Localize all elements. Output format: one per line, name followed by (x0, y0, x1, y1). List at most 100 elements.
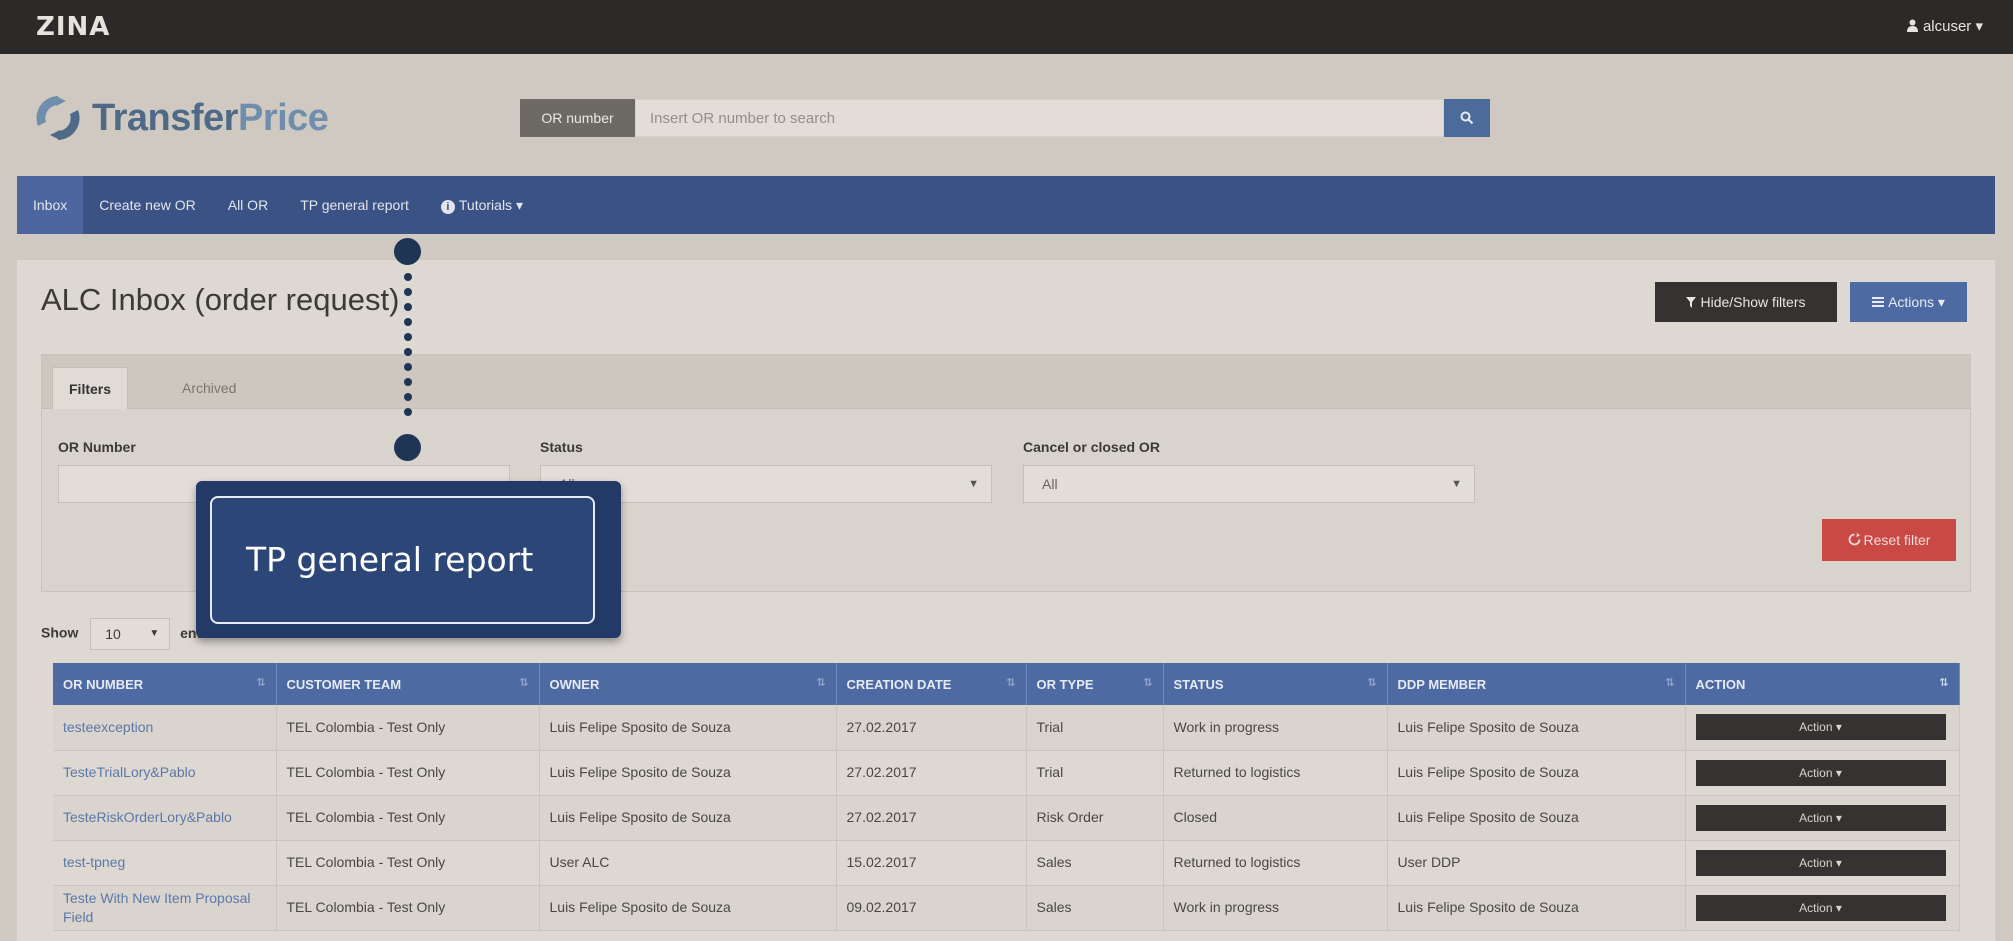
cell-ddp-member: Luis Felipe Sposito de Souza (1387, 705, 1686, 751)
nav-create-new-or[interactable]: Create new OR (83, 176, 211, 234)
search-button[interactable] (1444, 99, 1490, 137)
col-action[interactable]: ACTION ⇅ (1685, 663, 1960, 705)
sort-icon: ⇅ (816, 677, 826, 689)
table-row: TesteTrialLory&Pablo TEL Colombia - Test … (53, 750, 1960, 796)
sort-icon: ⇅ (1665, 677, 1675, 689)
cell-or-number-link[interactable]: TesteRiskOrderLory&Pablo (53, 795, 277, 841)
col-customer-team[interactable]: CUSTOMER TEAM ⇅ (276, 663, 540, 705)
header: TransferPrice OR number (0, 54, 2013, 174)
cell-action: Action ▾ (1685, 750, 1960, 796)
sort-icon: ⇅ (256, 677, 266, 689)
cell-or-type: Trial (1026, 750, 1164, 796)
cell-owner: Luis Felipe Sposito de Souza (539, 795, 837, 841)
cell-owner: Luis Felipe Sposito de Souza (539, 750, 837, 796)
table-row: testeexception TEL Colombia - Test Only Lu… (53, 705, 1960, 751)
col-or-number[interactable]: OR NUMBER ⇅ (53, 663, 277, 705)
sort-icon: ⇅ (1367, 677, 1377, 689)
cell-status: Work in progress (1163, 705, 1388, 751)
sort-icon: ⇅ (519, 677, 529, 689)
cell-or-type: Sales (1026, 885, 1164, 931)
hide-show-filters-button[interactable]: Hide/Show filters (1655, 282, 1837, 322)
search-label: OR number (520, 99, 635, 137)
or-search: OR number (520, 99, 1490, 137)
cell-or-type: Trial (1026, 705, 1164, 751)
brand-logo: ZINA (36, 12, 111, 42)
user-name: alcuser ▾ (1922, 18, 1983, 35)
col-creation-date[interactable]: CREATION DATE ⇅ (836, 663, 1027, 705)
list-icon (1872, 297, 1885, 307)
cell-customer-team: TEL Colombia - Test Only (276, 840, 540, 886)
cell-action: Action ▾ (1685, 885, 1960, 931)
tab-archived[interactable]: Archived (166, 367, 252, 409)
filter-icon (1686, 297, 1697, 308)
cell-owner: Luis Felipe Sposito de Souza (539, 705, 837, 751)
info-icon: i (440, 200, 455, 214)
actions-button[interactable]: Actions ▾ (1850, 282, 1967, 322)
col-status[interactable]: STATUS ⇅ (1163, 663, 1388, 705)
cell-owner: User ALC (539, 840, 837, 886)
cell-or-number-link[interactable]: testeexception (53, 705, 277, 751)
sort-icon: ⇅ (1939, 677, 1949, 689)
transferprice-logo[interactable]: TransferPrice (32, 90, 329, 146)
nav-tutorials[interactable]: i Tutorials ▾ (425, 176, 539, 234)
caret-down-icon: ▼ (1451, 478, 1462, 490)
table-header-row: OR NUMBER ⇅ CUSTOMER TEAM ⇅ OWNER ⇅ CREATIO… (53, 663, 1960, 705)
cell-creation-date: 27.02.2017 (836, 705, 1027, 751)
action-dropdown-button[interactable]: Action ▾ (1695, 804, 1946, 831)
top-bar: ZINA alcuser ▾ (0, 0, 2013, 54)
cell-or-number-link[interactable]: test-tpneg (53, 840, 277, 886)
cell-customer-team: TEL Colombia - Test Only (276, 750, 540, 796)
col-ddp-member[interactable]: DDP MEMBER ⇅ (1387, 663, 1686, 705)
entries-select[interactable]: 10 ▼ (90, 618, 171, 650)
action-dropdown-button[interactable]: Action ▾ (1695, 714, 1946, 741)
reset-filter-button[interactable]: Reset filter (1822, 519, 1956, 561)
cell-owner: Luis Felipe Sposito de Souza (539, 885, 837, 931)
cell-creation-date: 09.02.2017 (836, 885, 1027, 931)
search-input[interactable] (635, 99, 1444, 137)
callout-anchor-dot (394, 238, 421, 265)
cell-customer-team: TEL Colombia - Test Only (276, 795, 540, 841)
action-dropdown-button[interactable]: Action ▾ (1695, 759, 1946, 786)
action-dropdown-button[interactable]: Action ▾ (1695, 849, 1946, 876)
search-icon (1460, 111, 1474, 125)
col-or-type[interactable]: OR TYPE ⇅ (1026, 663, 1164, 705)
callout-connector-dot (404, 303, 412, 311)
col-owner[interactable]: OWNER ⇅ (539, 663, 837, 705)
user-menu[interactable]: alcuser ▾ (1906, 17, 1983, 35)
action-dropdown-button[interactable]: Action ▾ (1695, 894, 1946, 921)
cell-status: Returned to logistics (1163, 840, 1388, 886)
cell-creation-date: 27.02.2017 (836, 750, 1027, 796)
cell-ddp-member: Luis Felipe Sposito de Souza (1387, 885, 1686, 931)
caret-down-icon: ▼ (968, 478, 979, 490)
callout-connector-dot (404, 378, 412, 386)
cell-action: Action ▾ (1685, 840, 1960, 886)
or-number-label: OR Number (58, 439, 136, 455)
nav-tutorials-label: Tutorials ▾ (458, 197, 523, 213)
cell-action: Action ▾ (1685, 705, 1960, 751)
cell-or-number-link[interactable]: Teste With New Item Proposal Field (53, 885, 277, 931)
user-icon (1906, 19, 1918, 32)
cell-creation-date: 27.02.2017 (836, 795, 1027, 841)
table-row: TesteRiskOrderLory&Pablo TEL Colombia - T… (53, 795, 1960, 841)
cell-action: Action ▾ (1685, 795, 1960, 841)
cell-creation-date: 15.02.2017 (836, 840, 1027, 886)
nav-tp-general-report[interactable]: TP general report (284, 176, 425, 234)
status-label: Status (540, 439, 583, 455)
nav-inbox[interactable]: Inbox (17, 176, 84, 234)
cell-or-type: Risk Order (1026, 795, 1164, 841)
cancel-closed-select[interactable]: All ▼ (1023, 465, 1475, 503)
refresh-icon (1848, 533, 1860, 546)
cell-or-number-link[interactable]: TesteTrialLory&Pablo (53, 750, 277, 796)
sort-icon: ⇅ (1143, 677, 1153, 689)
main-nav: Inbox Create new OR All OR TP general re… (17, 176, 1995, 234)
actions-label: Actions ▾ (1888, 294, 1945, 310)
callout-connector-dot (404, 318, 412, 326)
callout-connector-dot (404, 348, 412, 356)
callout-connector-dot (404, 273, 412, 281)
cell-status: Closed (1163, 795, 1388, 841)
cell-status: Returned to logistics (1163, 750, 1388, 796)
callout-connector-dot (404, 333, 412, 341)
tab-filters[interactable]: Filters (52, 367, 129, 409)
nav-all-or[interactable]: All OR (212, 176, 284, 234)
cell-status: Work in progress (1163, 885, 1388, 931)
